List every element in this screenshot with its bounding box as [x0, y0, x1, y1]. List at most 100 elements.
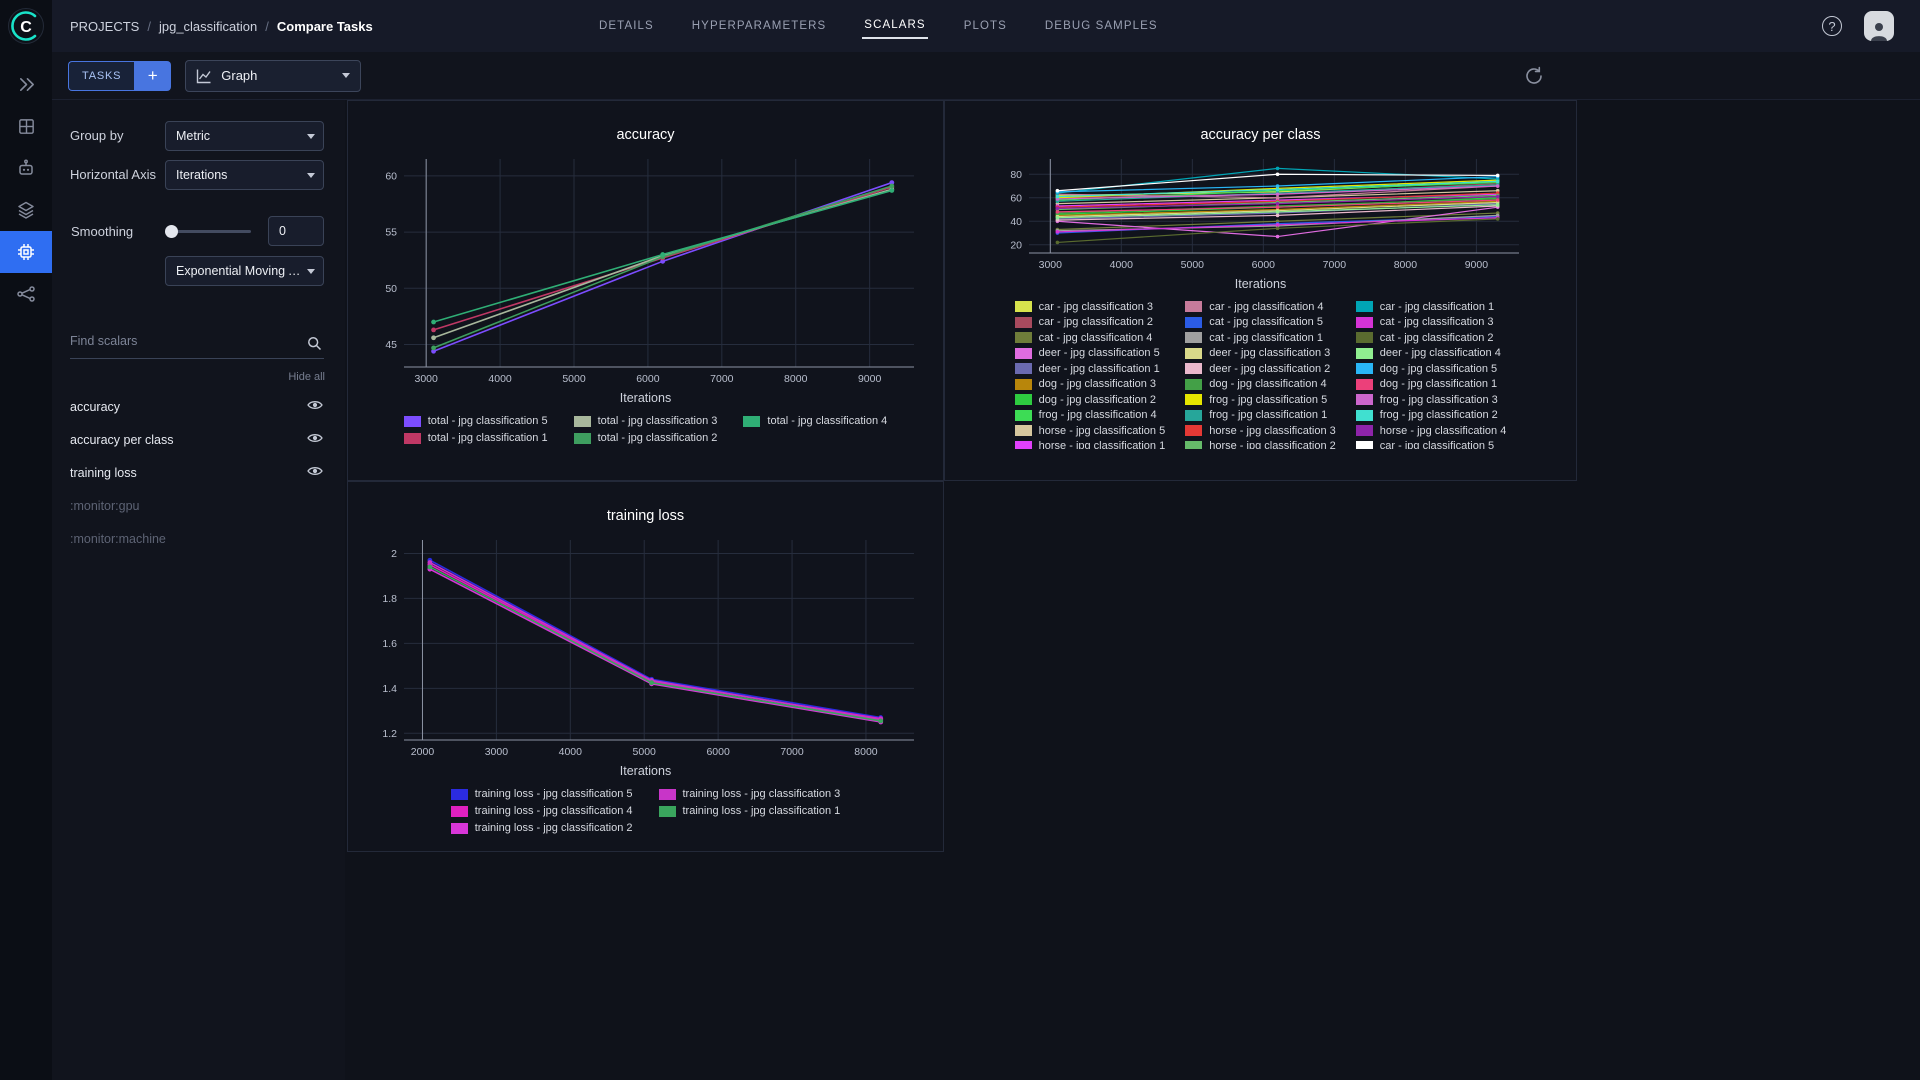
legend-item[interactable]: car - jpg classification 1 — [1355, 299, 1507, 315]
tab-details[interactable]: DETAILS — [597, 14, 656, 38]
metric-item-monitor-gpu[interactable]: :monitor:gpu — [52, 489, 345, 522]
chevron-down-icon — [342, 73, 351, 78]
legend-item[interactable]: total - jpg classification 1 — [403, 432, 548, 444]
legend-item[interactable]: horse - jpg classification 1 — [1014, 439, 1165, 449]
metric-item-accuracy-per-class[interactable]: accuracy per class — [52, 423, 345, 456]
chevron-down-icon — [307, 269, 315, 274]
legend-item[interactable]: deer - jpg classification 2 — [1185, 361, 1336, 377]
legend-item[interactable]: dog - jpg classification 4 — [1185, 377, 1336, 393]
refresh-icon[interactable] — [1523, 65, 1545, 87]
legend-label: dog - jpg classification 1 — [1379, 378, 1498, 391]
legend-item[interactable]: car - jpg classification 3 — [1014, 299, 1166, 315]
legend-item[interactable]: training loss - jpg classification 4 — [450, 805, 633, 817]
legend-item[interactable]: frog - jpg classification 5 — [1185, 392, 1336, 408]
legend-item[interactable]: dog - jpg classification 1 — [1355, 377, 1507, 393]
user-avatar[interactable] — [1864, 11, 1894, 41]
svg-text:50: 50 — [385, 283, 397, 295]
legend-item[interactable]: frog - jpg classification 3 — [1355, 392, 1507, 408]
legend-item[interactable]: cat - jpg classification 3 — [1355, 315, 1507, 331]
legend-item[interactable]: horse - jpg classification 4 — [1355, 423, 1506, 439]
legend-item[interactable]: training loss - jpg classification 1 — [658, 805, 840, 817]
legend-label: cat - jpg classification 3 — [1379, 316, 1494, 329]
legend-item[interactable]: frog - jpg classification 2 — [1355, 408, 1507, 424]
legend-item[interactable]: deer - jpg classification 4 — [1355, 346, 1507, 362]
legend-item[interactable]: frog - jpg classification 4 — [1014, 408, 1166, 424]
tab-plots[interactable]: PLOTS — [962, 14, 1009, 38]
graph-view-icon — [197, 69, 211, 83]
tasks-button[interactable]: TASKS — [68, 60, 135, 91]
nav-workers-icon[interactable] — [0, 231, 52, 273]
top-header: PROJECTS / jpg_classification / Compare … — [52, 0, 1920, 52]
breadcrumb-compare-tasks[interactable]: Compare Tasks — [277, 19, 373, 34]
group-by-dropdown[interactable]: Metric — [165, 121, 324, 151]
hide-all-link[interactable]: Hide all — [288, 371, 325, 383]
legend-item[interactable]: horse - jpg classification 2 — [1185, 439, 1336, 449]
legend-item[interactable]: total - jpg classification 3 — [573, 415, 717, 427]
svg-text:1.6: 1.6 — [382, 638, 397, 650]
search-icon[interactable] — [307, 336, 322, 356]
accuracy-per-class-chart-canvas[interactable]: 3000 4000 5000 6000 7000 8000 9000 20 40 60 80 — [991, 151, 1531, 275]
smoothing-value-input[interactable] — [268, 216, 324, 246]
smoothing-type-dropdown[interactable]: Exponential Moving Av... — [165, 256, 324, 286]
legend-item[interactable]: deer - jpg classification 1 — [1014, 361, 1166, 377]
legend-item[interactable]: dog - jpg classification 2 — [1014, 392, 1166, 408]
clearml-logo[interactable]: C — [7, 7, 45, 45]
nav-pipelines-icon[interactable] — [0, 273, 52, 315]
legend-item[interactable]: deer - jpg classification 5 — [1014, 346, 1166, 362]
metric-item-accuracy[interactable]: accuracy — [52, 390, 345, 423]
legend-swatch-icon — [1355, 301, 1373, 313]
view-mode-dropdown[interactable]: Graph — [185, 59, 362, 92]
eye-icon[interactable] — [307, 465, 323, 480]
compare-tabs: DETAILS HYPERPARAMETERS SCALARS PLOTS DE… — [597, 0, 1160, 52]
legend-item[interactable]: deer - jpg classification 3 — [1185, 346, 1336, 362]
slider-knob[interactable] — [165, 224, 178, 238]
legend-item[interactable]: car - jpg classification 2 — [1014, 315, 1166, 331]
legend-item[interactable]: dog - jpg classification 3 — [1014, 377, 1166, 393]
legend-item[interactable]: car - jpg classification 4 — [1185, 299, 1336, 315]
legend-item[interactable]: training loss - jpg classification 5 — [450, 788, 633, 800]
breadcrumb-projects[interactable]: PROJECTS — [70, 19, 139, 34]
help-icon[interactable]: ? — [1822, 16, 1842, 36]
eye-icon[interactable] — [307, 432, 323, 447]
legend-label: deer - jpg classification 2 — [1209, 362, 1331, 375]
legend-item[interactable]: horse - jpg classification 3 — [1185, 423, 1336, 439]
legend-item[interactable]: total - jpg classification 4 — [743, 415, 887, 427]
legend-item[interactable]: cat - jpg classification 1 — [1185, 330, 1336, 346]
legend-item[interactable]: training loss - jpg classification 2 — [450, 822, 633, 834]
accuracy-chart-canvas[interactable]: 3000 4000 5000 6000 7000 8000 9000 45 50 55 60 — [366, 151, 926, 389]
nav-projects-icon[interactable] — [0, 189, 52, 231]
legend-item[interactable]: frog - jpg classification 1 — [1185, 408, 1336, 424]
legend-item[interactable]: cat - jpg classification 5 — [1185, 315, 1336, 331]
legend-swatch-icon — [573, 432, 591, 444]
legend-item[interactable]: total - jpg classification 5 — [403, 415, 548, 427]
eye-icon[interactable] — [307, 399, 323, 414]
tab-debug-samples[interactable]: DEBUG SAMPLES — [1043, 14, 1160, 38]
horizontal-axis-dropdown[interactable]: Iterations — [165, 160, 324, 190]
view-mode-value: Graph — [221, 68, 258, 83]
nav-automation-icon[interactable] — [0, 147, 52, 189]
smoothing-slider[interactable] — [165, 224, 251, 238]
svg-text:5000: 5000 — [562, 373, 586, 385]
breadcrumb-project-name[interactable]: jpg_classification — [159, 19, 257, 34]
legend-item[interactable]: horse - jpg classification 5 — [1014, 423, 1165, 439]
metric-item-monitor-machine[interactable]: :monitor:machine — [52, 522, 345, 555]
smoothing-type-value: Exponential Moving Av... — [176, 264, 301, 278]
tab-hyperparameters[interactable]: HYPERPARAMETERS — [690, 14, 829, 38]
legend-item[interactable]: cat - jpg classification 4 — [1014, 330, 1166, 346]
legend-item[interactable]: cat - jpg classification 2 — [1355, 330, 1507, 346]
tab-scalars[interactable]: SCALARS — [862, 13, 928, 39]
search-input[interactable] — [70, 334, 298, 348]
legend-item[interactable]: training loss - jpg classification 3 — [658, 788, 840, 800]
legend-swatch-icon — [1355, 440, 1373, 449]
add-task-button[interactable]: + — [134, 60, 172, 91]
legend-item[interactable]: dog - jpg classification 5 — [1355, 361, 1507, 377]
legend-item[interactable]: car - jpg classification 5 — [1355, 439, 1507, 449]
legend-item[interactable]: total - jpg classification 2 — [573, 432, 717, 444]
metric-item-training-loss[interactable]: training loss — [52, 456, 345, 489]
legend-label: dog - jpg classification 5 — [1379, 362, 1498, 375]
legend-swatch-icon — [1014, 301, 1032, 313]
chart-legend: training loss - jpg classification 5 trai… — [450, 788, 840, 834]
nav-getting-started-icon[interactable] — [0, 63, 52, 105]
nav-datasets-icon[interactable] — [0, 105, 52, 147]
training-loss-chart-canvas[interactable]: 2000 3000 4000 5000 6000 7000 8000 1.2 1.4 1.6 1.8… — [366, 532, 926, 762]
